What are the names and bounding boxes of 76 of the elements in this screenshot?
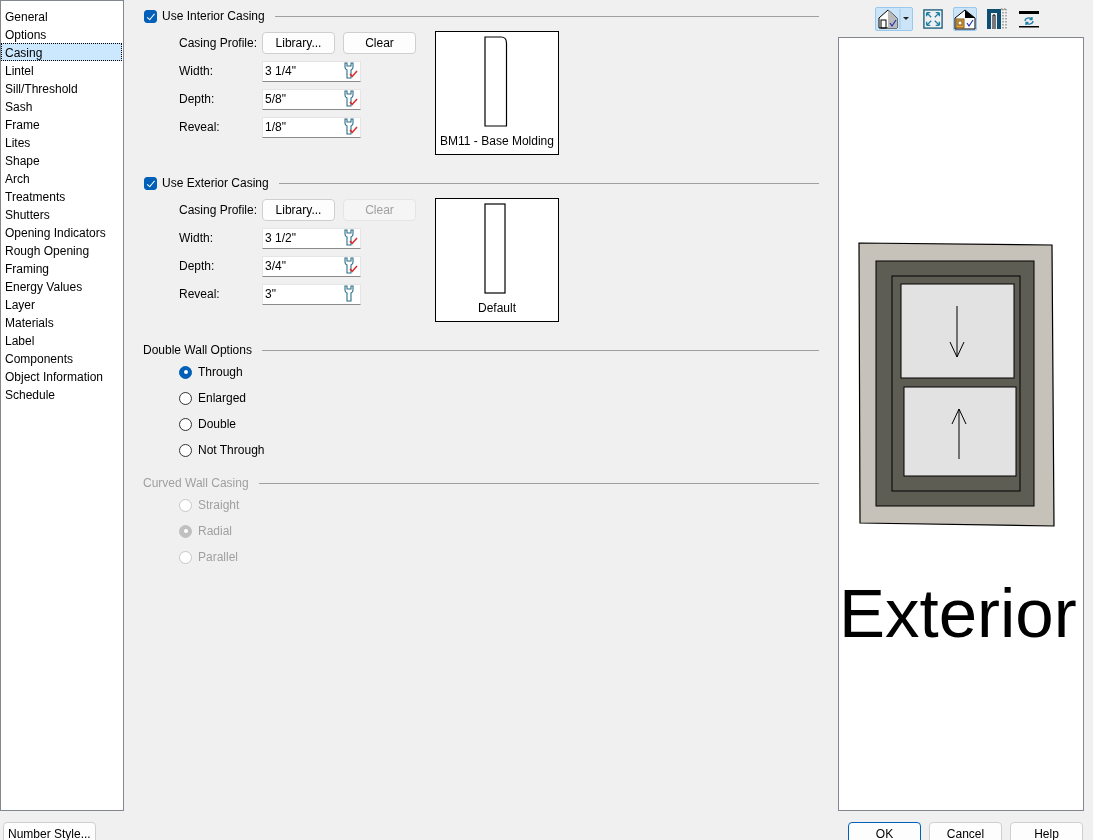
number-style-button[interactable]: Number Style...	[3, 822, 96, 840]
expand-icon	[923, 8, 943, 29]
dialog-button[interactable]: Cancel	[929, 822, 1002, 840]
fit-view-button[interactable]	[921, 6, 945, 31]
category-item[interactable]: Object Information	[1, 367, 122, 385]
field-label: Reveal:	[179, 120, 221, 134]
view-button[interactable]	[875, 6, 913, 31]
field-label: Reveal:	[179, 287, 221, 301]
field-label: Depth:	[179, 92, 216, 106]
category-item[interactable]: Lites	[1, 133, 122, 151]
category-item[interactable]: Frame	[1, 115, 122, 133]
category-item[interactable]: Materials	[1, 313, 122, 331]
profile-name: Default	[478, 301, 516, 315]
input-field[interactable]: 1/8"	[262, 116, 361, 138]
category-item[interactable]: Framing	[1, 259, 122, 277]
checkbox[interactable]	[144, 176, 157, 190]
radio-button[interactable]	[179, 365, 192, 379]
category-item[interactable]: Casing	[1, 43, 122, 61]
field-label: Depth:	[179, 259, 216, 273]
category-item[interactable]: Shape	[1, 151, 122, 169]
wrench-icon[interactable]	[342, 62, 358, 80]
field-label: Casing Profile:	[179, 203, 259, 217]
category-item[interactable]: Opening Indicators	[1, 223, 122, 241]
radio-button[interactable]	[179, 391, 192, 405]
input-field[interactable]: 3"	[262, 283, 361, 305]
wrench-icon[interactable]	[342, 257, 358, 275]
input-field[interactable]: 5/8"	[262, 88, 361, 110]
category-item[interactable]: Layer	[1, 295, 122, 313]
category-item[interactable]: Schedule	[1, 385, 122, 403]
category-item[interactable]: Treatments	[1, 187, 122, 205]
category-item[interactable]: Arch	[1, 169, 122, 187]
door-frame-icon	[986, 7, 1008, 30]
category-item[interactable]: Label	[1, 331, 122, 349]
input-field[interactable]: 3 1/2"	[262, 227, 361, 249]
radio-label: Double	[198, 417, 237, 431]
radio-label: Parallel	[198, 550, 239, 564]
category-item[interactable]: General	[1, 7, 122, 25]
profile-button[interactable]: Clear	[343, 32, 416, 54]
house-check-icon	[954, 7, 976, 30]
wrench-icon[interactable]	[342, 229, 358, 247]
category-item[interactable]: Energy Values	[1, 277, 122, 295]
category-item[interactable]: Options	[1, 25, 122, 43]
view-caption: Exterior	[839, 574, 1077, 654]
radio-label: Not Through	[198, 443, 265, 457]
section-title: Use Interior Casing	[162, 9, 265, 23]
profile-name: BM11 - Base Molding	[440, 134, 554, 148]
input-field[interactable]: 3 1/4"	[262, 60, 361, 82]
field-label: Width:	[179, 231, 214, 245]
profile-button[interactable]: Library...	[262, 199, 335, 221]
category-item[interactable]: Components	[1, 349, 122, 367]
category-item[interactable]: Lintel	[1, 61, 122, 79]
casing-button[interactable]	[985, 6, 1009, 31]
field-label: Casing Profile:	[179, 36, 259, 50]
field-label: Width:	[179, 64, 214, 78]
radio-button[interactable]	[179, 417, 192, 431]
radio-button[interactable]	[179, 443, 192, 457]
input-field[interactable]: 3/4"	[262, 255, 361, 277]
dialog-button[interactable]: OK	[848, 822, 921, 840]
group-title: Double Wall Options	[143, 343, 252, 357]
dialog-button[interactable]: Help	[1010, 822, 1083, 840]
category-item[interactable]: Rough Opening	[1, 241, 122, 259]
section-title: Use Exterior Casing	[162, 176, 269, 190]
radio-label: Through	[198, 365, 243, 379]
category-item[interactable]: Sash	[1, 97, 122, 115]
house-check-icon	[877, 7, 911, 30]
wrench-icon[interactable]	[342, 118, 358, 136]
radio-label: Radial	[198, 524, 233, 538]
checkbox[interactable]	[144, 9, 157, 23]
materials-button[interactable]	[953, 6, 977, 31]
radio-label: Enlarged	[198, 391, 247, 405]
profile-button[interactable]: Library...	[262, 32, 335, 54]
category-item[interactable]: Shutters	[1, 205, 122, 223]
wrench-icon[interactable]	[342, 90, 358, 108]
group-title: Curved Wall Casing	[143, 476, 249, 490]
category-item[interactable]: Sill/Threshold	[1, 79, 122, 97]
radio-label: Straight	[198, 498, 240, 512]
